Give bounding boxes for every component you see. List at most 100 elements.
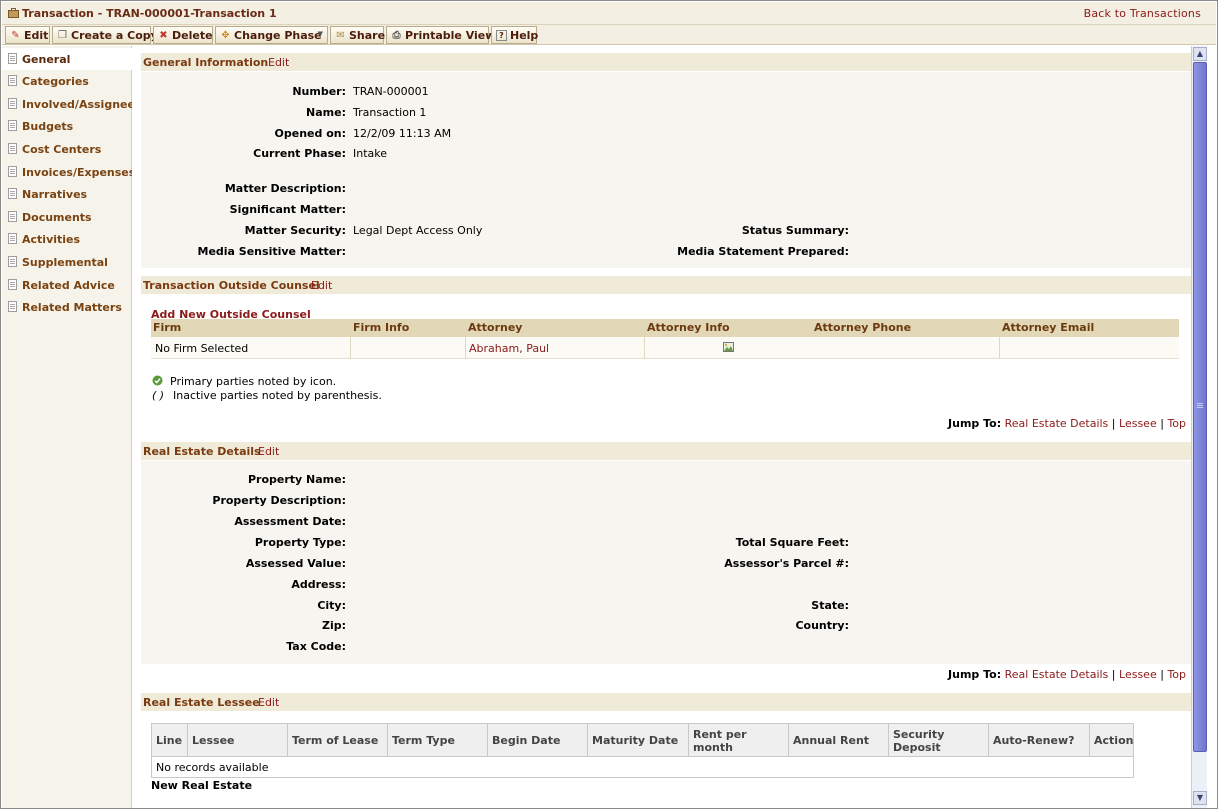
scroll-down-icon[interactable]: ▼ [1193,791,1207,805]
title-bar: Transaction - TRAN-000001-Transaction 1 … [2,2,1216,25]
status-summary-label: Status Summary: [741,224,849,237]
column-header[interactable]: Security Deposit [889,724,989,757]
jump-top-link[interactable]: Top [1167,417,1186,430]
attorney-link[interactable]: Abraham, Paul [469,342,549,355]
jump-lessee-link[interactable]: Lessee [1119,417,1157,430]
total-square-feet-label: Total Square Feet: [735,536,849,549]
create-copy-button[interactable]: ❐ Create a Copy [52,26,158,44]
document-icon [8,188,17,199]
jump-real-estate-link[interactable]: Real Estate Details [1005,668,1109,681]
sidebar-item-categories[interactable]: Categories [2,70,132,92]
zip-label: Zip: [321,619,346,632]
sidebar-item-involved[interactable]: Involved/Assignees [2,93,132,115]
delete-button[interactable]: ✖ Delete [153,26,213,44]
grip-icon [1197,403,1203,404]
sidebar-item-narratives[interactable]: Narratives [2,183,132,205]
column-header[interactable]: Lessee [188,724,288,757]
sidebar: General Categories Involved/Assignees Bu… [2,46,132,808]
column-header: Attorney Email [1002,321,1095,334]
delete-label: Delete [172,29,213,42]
attorney-info-icon[interactable] [723,342,734,352]
opened-value: 12/2/09 11:13 AM [353,127,452,140]
phase-icon: ✥ [221,30,230,41]
document-icon [8,166,17,177]
main-content: General Information Edit Number: TRAN-00… [133,46,1191,808]
name-value: Transaction 1 [353,106,427,119]
sidebar-item-label: General [22,53,71,66]
new-real-estate-link[interactable]: New Real Estate [151,779,252,792]
help-button[interactable]: ? Help [491,26,538,44]
city-label: City: [317,599,346,612]
real-estate-edit-link[interactable]: Edit [258,445,279,458]
back-to-transactions-link[interactable]: Back to Transactions [1084,7,1201,20]
printable-view-label: Printable View [405,29,496,42]
property-description-label: Property Description: [212,494,346,507]
column-header[interactable]: Line [152,724,188,757]
counsel-edit-link[interactable]: Edit [311,279,332,292]
lessee-edit-link[interactable]: Edit [258,696,279,709]
sidebar-item-related-advice[interactable]: Related Advice [2,274,132,296]
edit-button-label: Edit [24,29,49,42]
general-edit-link[interactable]: Edit [268,56,289,69]
scroll-thumb[interactable] [1193,62,1207,752]
column-header[interactable]: Term of Lease [288,724,388,757]
jump-top-link[interactable]: Top [1167,668,1186,681]
jump-to-bar: Jump To: Real Estate Details | Lessee | … [948,417,1186,430]
separator: | [1160,417,1164,430]
share-label: Share [349,29,386,42]
sidebar-item-cost-centers[interactable]: Cost Centers [2,138,132,160]
parenthesis-symbol: ( ) [152,389,165,402]
help-icon: ? [496,30,507,41]
app-window: Transaction - TRAN-000001-Transaction 1 … [0,0,1218,809]
matter-security-value: Legal Dept Access Only [353,224,483,237]
sidebar-item-label: Supplemental [22,256,108,269]
column-header[interactable]: Action [1090,724,1133,757]
vertical-scrollbar[interactable]: ▲ ▼ [1191,46,1207,808]
column-header[interactable]: Term Type [388,724,488,757]
document-icon [8,120,17,131]
document-icon [8,143,17,154]
parcel-number-label: Assessor's Parcel #: [724,557,849,570]
sidebar-item-supplemental[interactable]: Supplemental [2,251,132,273]
document-icon [8,53,17,64]
phase-label: Current Phase: [253,147,346,160]
column-header[interactable]: Maturity Date [588,724,689,757]
section-title: General Information [143,56,269,69]
column-header[interactable]: Auto-Renew? [989,724,1090,757]
column-header[interactable]: Annual Rent [789,724,889,757]
change-phase-dropdown[interactable]: ✥ Change Phase ▼ [215,26,328,44]
printable-view-button[interactable]: ⎙ Printable View [386,26,495,44]
jump-lessee-link[interactable]: Lessee [1119,668,1157,681]
create-copy-label: Create a Copy [71,29,158,42]
sidebar-item-label: Categories [22,75,89,88]
sidebar-item-budgets[interactable]: Budgets [2,115,132,137]
sidebar-item-general[interactable]: General [2,48,132,70]
name-label: Name: [306,106,346,119]
edit-button[interactable]: ✎ Edit [5,26,50,44]
real-estate-header: Real Estate Details Edit [141,441,1191,460]
sidebar-item-documents[interactable]: Documents [2,206,132,228]
matter-security-label: Matter Security: [244,224,346,237]
scroll-up-icon[interactable]: ▲ [1193,47,1207,61]
printer-icon: ⎙ [392,30,401,41]
sidebar-item-label: Narratives [22,188,88,201]
sidebar-item-label: Related Advice [22,279,115,292]
phase-value: Intake [353,147,388,160]
share-button[interactable]: ✉ Share [330,26,386,44]
column-header[interactable]: Rent per month [689,724,789,757]
firm-cell: No Firm Selected [155,342,249,355]
significant-matter-label: Significant Matter: [229,203,346,216]
assessed-value-label: Assessed Value: [245,557,346,570]
jump-real-estate-link[interactable]: Real Estate Details [1005,417,1109,430]
column-header[interactable]: Begin Date [488,724,588,757]
envelope-icon: ✉ [336,30,345,41]
sidebar-item-invoices[interactable]: Invoices/Expenses [2,161,132,183]
sidebar-item-label: Related Matters [22,301,122,314]
lessee-header: Real Estate Lessee Edit [141,692,1191,711]
sidebar-item-label: Cost Centers [22,143,102,156]
lessee-table: Line Lessee Term of Lease Term Type Begi… [151,723,1134,778]
sidebar-item-related-matters[interactable]: Related Matters [2,296,132,318]
sidebar-item-activities[interactable]: Activities [2,228,132,250]
separator: | [1111,417,1116,430]
general-info-header: General Information Edit [141,52,1191,71]
